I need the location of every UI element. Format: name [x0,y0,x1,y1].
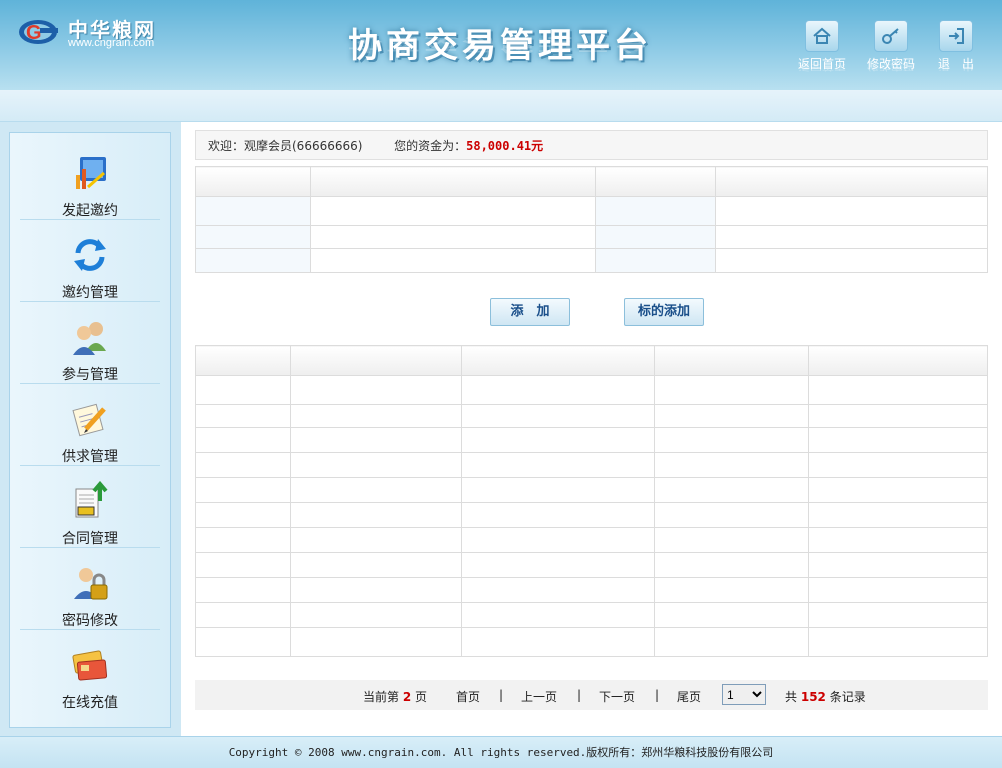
sidebar-item-invitation-management[interactable]: 邀约管理 [20,221,160,303]
header: G 中华粮网 www.cngrain.com 协商交易管理平台 协商交易管理平台… [0,0,1002,90]
logo-mark-icon: G [19,20,58,44]
change-password-label-reflection: 修改密码 [866,63,915,72]
logout-label-reflection: 退 出 [937,63,974,72]
table-header-cell [715,166,988,197]
table-header-cell [461,345,655,376]
chart-launch-icon [76,157,106,189]
sidebar: 发起邀约 邀约管理 参与管理 供求管理 合同管理 密码修改 在线充值 [9,132,171,728]
table-row [195,427,988,453]
bid-add-button[interactable]: 标的添加 [624,298,704,326]
credit-card-icon [72,650,108,681]
last-page-link[interactable]: 尾页 [677,688,701,705]
sidebar-item-participation-management[interactable]: 参与管理 [20,303,160,385]
table-row [195,602,988,628]
next-page-link[interactable]: 下一页 [599,688,635,705]
page-select[interactable]: 1 [722,684,766,705]
main-content: 欢迎：观摩会员(66666666) 您的资金为：58,000.41元 添 加 标… [181,122,1002,736]
sidebar-item-password-change[interactable]: 密码修改 [20,549,160,631]
total-records-number: 152 [800,690,826,704]
sidebar-container: 发起邀约 邀约管理 参与管理 供求管理 合同管理 密码修改 在线充值 [0,122,181,736]
sidebar-item-label: 在线充值 [62,695,118,711]
welcome-bar: 欢迎：观摩会员(66666666) 您的资金为：58,000.41元 [195,130,988,160]
user-lock-icon [74,568,108,600]
svg-text:G: G [26,22,42,44]
table-row [195,577,988,603]
table-row [195,477,988,503]
sidebar-divider [20,629,160,630]
sidebar-item-online-recharge[interactable]: 在线充值 [20,631,160,713]
table-header-cell [290,345,462,376]
users-icon [73,322,106,355]
home-button[interactable]: 返回首页 返回首页 [792,20,852,80]
copyright-text: Copyright © 2008 www.cngrain.com. All ri… [228,746,774,759]
funds-label: 您的资金为： [394,139,467,153]
pagination: 当前第 2 页 首页 | 上一页 | 下一页 | 尾页 1 共 152 条记录 [195,680,988,710]
table-row [195,196,988,226]
table-row [195,375,988,405]
home-icon [805,20,839,52]
refresh-arrows-icon [74,239,106,271]
pager-separator: | [577,688,582,702]
table-header-cell [808,345,988,376]
notepad-pencil-icon [72,403,106,437]
records-table [195,345,988,657]
sidebar-item-label: 参与管理 [62,367,118,383]
sidebar-item-label: 邀约管理 [62,285,118,301]
prev-page-link[interactable]: 上一页 [521,688,557,705]
sub-header-bar [0,90,1002,122]
sidebar-divider [20,301,160,302]
pager-separator: | [655,688,660,702]
sidebar-item-launch-invitation[interactable]: 发起邀约 [20,139,160,221]
table-row [195,552,988,578]
table-header-cell [195,166,311,197]
info-table [195,166,988,273]
logo[interactable]: G 中华粮网 www.cngrain.com [18,12,178,52]
sidebar-item-label: 发起邀约 [62,203,118,219]
table-header-cell [195,345,291,376]
sidebar-item-supply-demand-management[interactable]: 供求管理 [20,385,160,467]
table-row [195,502,988,528]
table-row [195,527,988,553]
sidebar-divider [20,547,160,548]
sidebar-divider [20,465,160,466]
home-button-label-reflection: 返回首页 [797,63,846,72]
exit-icon [939,20,973,52]
change-password-button[interactable]: 修改密码 修改密码 [861,20,921,80]
funds-value: 58,000.41元 [466,139,544,153]
current-page-number: 2 [402,690,412,704]
table-header-cell [310,166,596,197]
sidebar-item-label: 密码修改 [62,613,118,629]
table-header-cell [654,345,809,376]
sidebar-item-contract-management[interactable]: 合同管理 [20,467,160,549]
table-row [195,404,988,428]
sidebar-item-label: 供求管理 [62,449,118,465]
total-records-text: 共 152 条记录 [785,690,866,704]
sidebar-divider [20,219,160,220]
table-row [195,627,988,657]
table-row [195,225,988,249]
contract-upload-icon [75,480,108,518]
logo-url: www.cngrain.com [68,37,155,49]
sidebar-item-label: 合同管理 [62,531,118,547]
footer: Copyright © 2008 www.cngrain.com. All ri… [0,736,1002,768]
pager-separator: | [499,688,504,702]
table-header-cell [595,166,716,197]
first-page-link[interactable]: 首页 [456,688,480,705]
add-button[interactable]: 添 加 [490,298,570,326]
table-row [195,452,988,478]
logout-button[interactable]: 退 出 退 出 [926,20,986,80]
key-icon [874,20,908,52]
page-title-reflection: 协商交易管理平台 [348,34,652,54]
table-row [195,248,988,273]
sidebar-divider [20,383,160,384]
current-page-text: 当前第 2 页 [363,690,428,704]
welcome-text: 欢迎：观摩会员(66666666) [208,139,363,153]
